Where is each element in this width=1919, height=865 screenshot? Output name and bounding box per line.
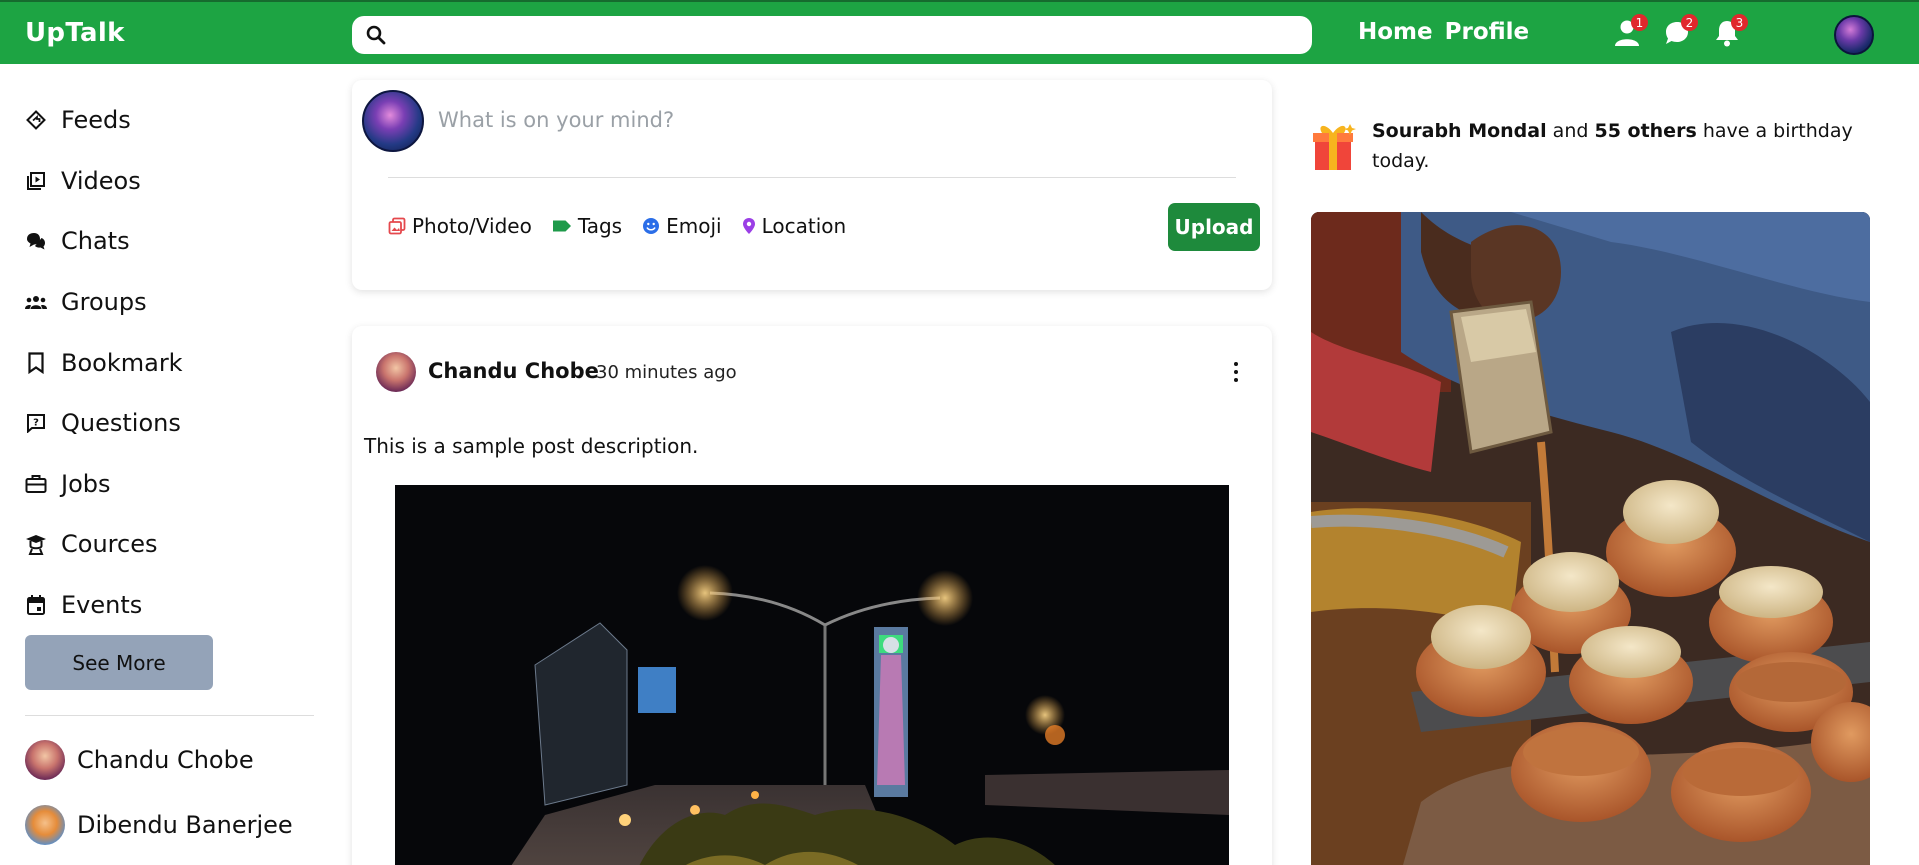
sidebar-item-groups[interactable]: Groups <box>25 272 315 333</box>
sidebar-item-feeds[interactable]: Feeds <box>25 90 315 151</box>
upload-button[interactable]: Upload <box>1168 203 1260 251</box>
friend-item[interactable]: Chandu Chobe <box>25 740 254 780</box>
notifications-badge: 3 <box>1731 14 1748 31</box>
sidebar-item-label: Bookmark <box>61 348 183 377</box>
sidebar-item-cources[interactable]: Cources <box>25 514 315 575</box>
location-label: Location <box>761 214 847 238</box>
sidebar-item-events[interactable]: Events <box>25 575 315 636</box>
friend-requests-badge: 1 <box>1631 14 1648 31</box>
birthday-name[interactable]: Sourabh Mondal <box>1372 120 1547 142</box>
search-input[interactable] <box>352 16 1312 54</box>
groups-icon <box>25 291 47 313</box>
graduation-icon <box>25 533 47 556</box>
question-icon: ? <box>25 412 47 434</box>
chat-icon <box>25 230 47 252</box>
composer-divider <box>388 177 1236 178</box>
post-menu-icon[interactable] <box>1232 362 1240 382</box>
tag-icon <box>552 220 571 232</box>
sidebar-item-questions[interactable]: ? Questions <box>25 393 315 454</box>
sidebar-item-label: Cources <box>61 530 158 559</box>
sidebar-item-label: Groups <box>61 288 147 317</box>
svg-text:?: ? <box>33 418 39 429</box>
composer-input[interactable]: What is on your mind? <box>438 108 674 132</box>
birthday-connector: and <box>1552 120 1589 142</box>
tags-button[interactable]: Tags <box>552 214 622 238</box>
emoji-button[interactable]: Emoji <box>642 214 722 238</box>
nav-profile-link[interactable]: Profile <box>1445 19 1530 45</box>
emoji-label: Emoji <box>666 214 722 238</box>
featured-image[interactable] <box>1311 212 1870 865</box>
video-icon <box>25 170 47 192</box>
photo-video-button[interactable]: Photo/Video <box>388 214 532 238</box>
post-timestamp: 30 minutes ago <box>596 362 737 383</box>
sidebar-item-label: Events <box>61 591 143 620</box>
friend-name: Chandu Chobe <box>77 746 254 774</box>
top-nav-links: Home Profile <box>1358 19 1529 45</box>
sidebar-item-jobs[interactable]: Jobs <box>25 454 315 515</box>
calendar-icon <box>25 594 47 616</box>
nav-home-link[interactable]: Home <box>1358 19 1433 45</box>
location-pin-icon <box>742 218 755 234</box>
user-avatar[interactable] <box>1834 15 1874 55</box>
see-more-button[interactable]: See More <box>25 635 213 690</box>
sidebar-item-videos[interactable]: Videos <box>25 151 315 212</box>
composer-avatar <box>362 90 424 152</box>
left-sidebar: Feeds Videos Chats Groups Bookmark ? Que… <box>25 90 315 635</box>
friend-item[interactable]: Dibendu Banerjee <box>25 805 293 845</box>
friend-requests-button[interactable]: 1 <box>1612 14 1648 48</box>
post-image[interactable] <box>395 485 1229 865</box>
post-author-avatar[interactable] <box>376 352 416 392</box>
photo-icon <box>388 217 406 235</box>
location-button[interactable]: Location <box>742 214 847 238</box>
top-navbar: UpTalk Home Profile 1 2 3 <box>0 0 1919 64</box>
briefcase-icon <box>25 473 47 495</box>
notifications-button[interactable]: 3 <box>1712 14 1748 48</box>
birthday-text: Sourabh Mondal and 55 others have a birt… <box>1372 116 1892 176</box>
sidebar-item-label: Chats <box>61 227 130 256</box>
sidebar-divider <box>25 715 314 716</box>
sidebar-item-label: Questions <box>61 409 181 438</box>
composer-actions: Photo/Video Tags Emoji Location <box>388 214 846 238</box>
bookmark-icon <box>25 352 47 374</box>
feeds-icon <box>25 109 47 131</box>
post-author-name[interactable]: Chandu Chobe <box>428 359 599 383</box>
messages-badge: 2 <box>1681 14 1698 31</box>
friend-avatar <box>25 740 65 780</box>
friend-name: Dibendu Banerjee <box>77 811 293 839</box>
feed-post: Chandu Chobe 30 minutes ago This is a sa… <box>352 326 1272 865</box>
app-logo[interactable]: UpTalk <box>25 18 125 48</box>
sidebar-item-chats[interactable]: Chats <box>25 211 315 272</box>
tags-label: Tags <box>577 214 623 238</box>
sidebar-item-label: Feeds <box>61 106 131 135</box>
sidebar-item-label: Videos <box>61 166 141 195</box>
post-composer: What is on your mind? Photo/Video Tags E… <box>352 80 1272 290</box>
friend-avatar <box>25 805 65 845</box>
birthday-others[interactable]: 55 others <box>1594 120 1696 142</box>
messages-button[interactable]: 2 <box>1662 14 1698 48</box>
photo-video-label: Photo/Video <box>412 214 532 238</box>
gift-icon <box>1313 124 1356 170</box>
emoji-icon <box>643 218 660 234</box>
sidebar-item-bookmark[interactable]: Bookmark <box>25 332 315 393</box>
post-description: This is a sample post description. <box>364 434 699 458</box>
search-icon <box>366 25 386 49</box>
sidebar-item-label: Jobs <box>61 469 111 498</box>
